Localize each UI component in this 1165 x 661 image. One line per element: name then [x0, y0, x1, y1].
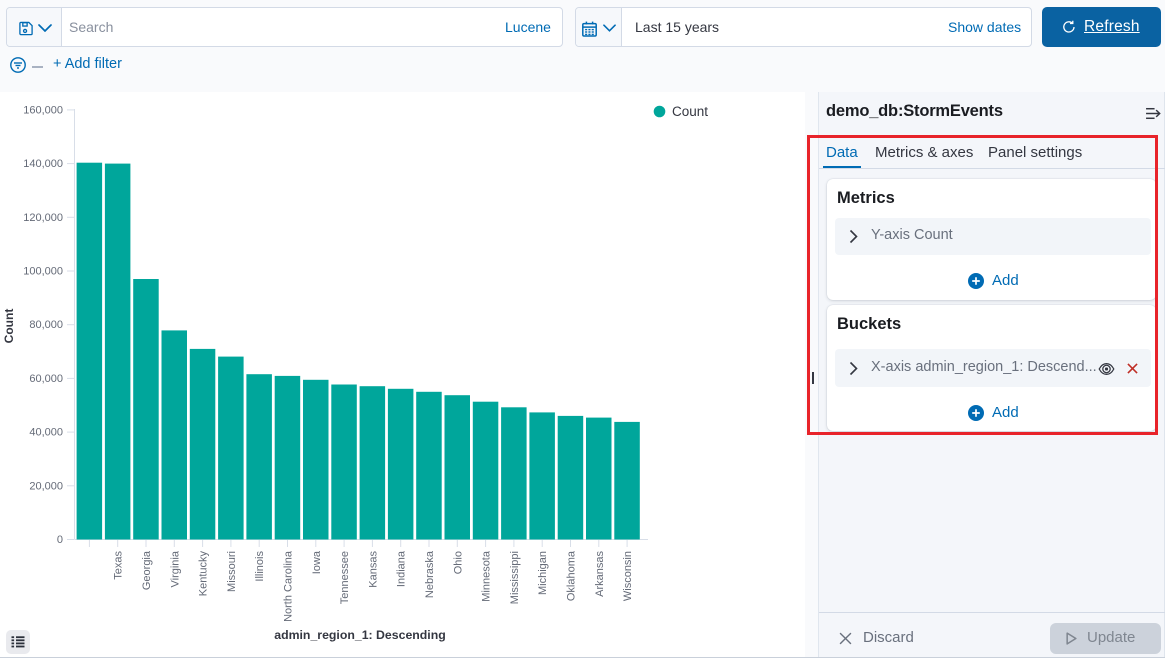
- svg-text:Michigan: Michigan: [537, 551, 549, 595]
- svg-text:Missouri: Missouri: [226, 551, 238, 592]
- svg-text:140,000: 140,000: [23, 158, 63, 170]
- svg-text:40,000: 40,000: [29, 427, 63, 439]
- svg-text:160,000: 160,000: [23, 104, 63, 116]
- svg-text:80,000: 80,000: [29, 319, 63, 331]
- svg-text:Kentucky: Kentucky: [198, 551, 210, 597]
- svg-text:Indiana: Indiana: [396, 550, 408, 587]
- svg-text:Minnesota: Minnesota: [481, 550, 493, 602]
- svg-text:admin_region_1: Descending: admin_region_1: Descending: [274, 628, 446, 642]
- svg-text:Arkansas: Arkansas: [594, 551, 606, 597]
- svg-text:Count: Count: [2, 309, 16, 344]
- svg-text:100,000: 100,000: [23, 266, 63, 278]
- svg-text:Iowa: Iowa: [311, 550, 323, 574]
- svg-text:Ohio: Ohio: [452, 551, 464, 574]
- svg-text:Mississippi: Mississippi: [509, 551, 521, 604]
- svg-text:Texas: Texas: [113, 551, 125, 580]
- svg-text:Illinois: Illinois: [254, 551, 266, 582]
- svg-text:Wisconsin: Wisconsin: [622, 551, 634, 601]
- svg-text:Oklahoma: Oklahoma: [566, 550, 578, 601]
- svg-text:Kansas: Kansas: [367, 551, 379, 588]
- svg-text:Nebraska: Nebraska: [424, 550, 436, 598]
- svg-text:North Carolina: North Carolina: [283, 550, 295, 622]
- svg-text:Virginia: Virginia: [169, 550, 181, 587]
- svg-text:Tennessee: Tennessee: [339, 551, 351, 604]
- svg-text:120,000: 120,000: [23, 212, 63, 224]
- svg-text:0: 0: [57, 534, 63, 546]
- svg-text:60,000: 60,000: [29, 373, 63, 385]
- svg-text:Georgia: Georgia: [141, 550, 153, 590]
- svg-text:Count: Count: [672, 104, 708, 119]
- svg-text:20,000: 20,000: [29, 480, 63, 492]
